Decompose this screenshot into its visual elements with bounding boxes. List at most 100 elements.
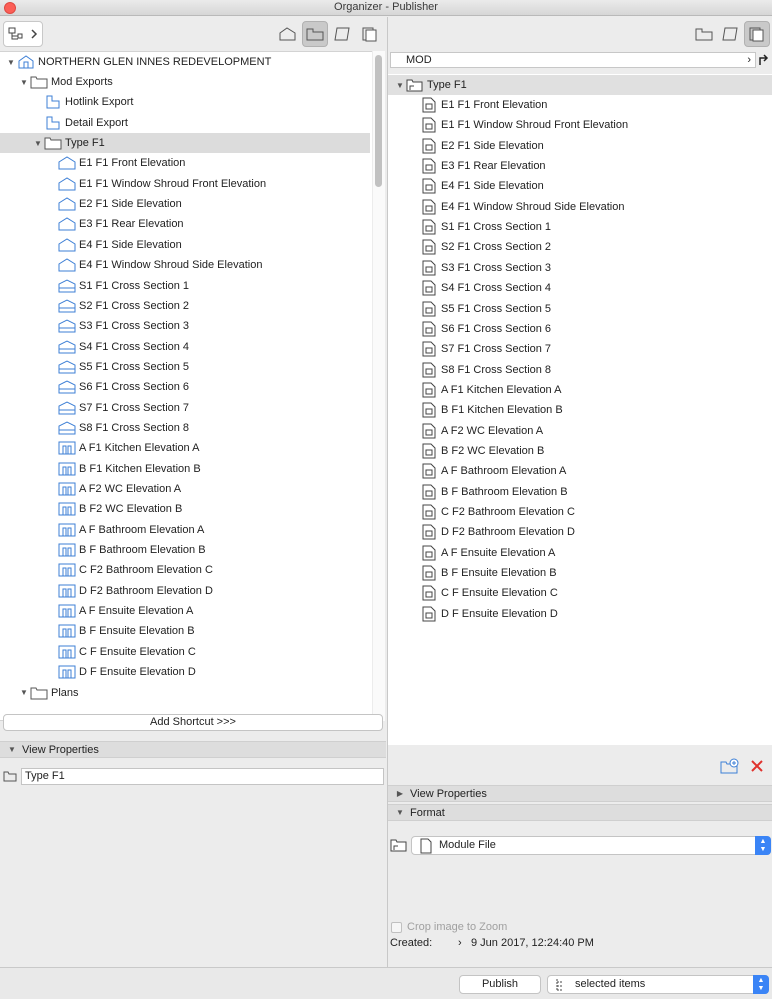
tree-item[interactable]: S2 F1 Cross Section 2 bbox=[0, 296, 370, 316]
tree-item[interactable]: S7 F1 Cross Section 7 bbox=[0, 398, 370, 418]
publisher-item[interactable]: A F Ensuite Elevation A bbox=[388, 543, 758, 563]
tree-item[interactable]: E1 F1 Front Elevation bbox=[0, 153, 370, 173]
tree-item[interactable]: B F Bathroom Elevation B bbox=[0, 540, 370, 560]
publisher-item[interactable]: A F Bathroom Elevation A bbox=[388, 461, 758, 481]
publish-scope-dropdown[interactable]: selected items ▲ ▼ bbox=[547, 975, 769, 994]
layout-file-icon bbox=[420, 463, 438, 479]
close-window-button[interactable] bbox=[4, 2, 16, 14]
tree-item[interactable]: B F1 Kitchen Elevation B bbox=[0, 459, 370, 479]
tree-item[interactable]: D F Ensuite Elevation D bbox=[0, 662, 370, 682]
publish-button[interactable]: Publish bbox=[459, 975, 541, 994]
publisher-item[interactable]: S3 F1 Cross Section 3 bbox=[388, 258, 758, 278]
dropdown-arrows-icon[interactable]: ▲ ▼ bbox=[753, 975, 769, 994]
publisher-item[interactable]: S8 F1 Cross Section 8 bbox=[388, 360, 758, 380]
publisher-set-path[interactable]: MOD › bbox=[390, 52, 756, 68]
tree-item[interactable]: A F2 WC Elevation A bbox=[0, 479, 370, 499]
publisher-item[interactable]: D F Ensuite Elevation D bbox=[388, 604, 758, 624]
tree-item[interactable]: C F2 Bathroom Elevation C bbox=[0, 560, 370, 580]
crop-checkbox[interactable] bbox=[391, 921, 402, 933]
expand-triangle-icon[interactable]: ▼ bbox=[18, 78, 30, 87]
publisher-item[interactable]: B F2 WC Elevation B bbox=[388, 441, 758, 461]
publisher-item[interactable]: B F Bathroom Elevation B bbox=[388, 482, 758, 502]
publisher-item[interactable]: S1 F1 Cross Section 1 bbox=[388, 217, 758, 237]
tree-item[interactable]: Hotlink Export bbox=[0, 92, 370, 112]
publisher-item[interactable]: E1 F1 Front Elevation bbox=[388, 95, 758, 115]
format-dropdown[interactable]: Module File ▲ ▼ bbox=[411, 836, 771, 855]
publisher-sets-tab[interactable] bbox=[357, 21, 383, 47]
delete-icon[interactable] bbox=[750, 759, 764, 776]
format-header[interactable]: ▼ Format bbox=[388, 804, 772, 821]
tree-mode-dropdown[interactable] bbox=[3, 21, 43, 47]
view-name-field[interactable]: Type F1 bbox=[21, 768, 384, 785]
scrollbar-thumb[interactable] bbox=[375, 55, 382, 187]
view-properties-header[interactable]: ▼ View Properties bbox=[0, 741, 386, 758]
navigate-up-icon[interactable] bbox=[757, 53, 771, 70]
publisher-item[interactable]: D F2 Bathroom Elevation D bbox=[388, 522, 758, 542]
expand-triangle-icon[interactable]: ▶ bbox=[394, 789, 406, 798]
tree-item[interactable]: A F Bathroom Elevation A bbox=[0, 520, 370, 540]
tree-item[interactable]: Detail Export bbox=[0, 113, 370, 133]
tree-item[interactable]: ▼ Plans bbox=[0, 683, 370, 703]
publisher-item[interactable]: E4 F1 Window Shroud Side Elevation bbox=[388, 197, 758, 217]
layout-book-tab-right[interactable] bbox=[718, 21, 744, 47]
publisher-item[interactable]: E1 F1 Window Shroud Front Elevation bbox=[388, 115, 758, 135]
tree-folder-row[interactable]: ▼ Type F1 bbox=[388, 75, 772, 95]
chevron-right-icon[interactable]: › bbox=[747, 53, 751, 67]
tree-item[interactable]: B F2 WC Elevation B bbox=[0, 499, 370, 519]
publisher-item[interactable]: C F2 Bathroom Elevation C bbox=[388, 502, 758, 522]
tree-item[interactable]: C F Ensuite Elevation C bbox=[0, 642, 370, 662]
publisher-sets-tab-right[interactable] bbox=[744, 21, 770, 47]
view-map-tab[interactable] bbox=[302, 21, 328, 47]
tree-item[interactable]: S4 F1 Cross Section 4 bbox=[0, 337, 370, 357]
tree-item[interactable]: ▼ Type F1 bbox=[0, 133, 370, 154]
tree-item[interactable]: S3 F1 Cross Section 3 bbox=[0, 316, 370, 336]
expand-triangle-icon[interactable]: ▼ bbox=[32, 139, 44, 148]
new-folder-icon[interactable] bbox=[720, 758, 740, 777]
view-properties-header-right[interactable]: ▶ View Properties bbox=[388, 785, 772, 802]
expand-triangle-icon[interactable]: ▼ bbox=[18, 688, 30, 697]
tree-item[interactable]: B F Ensuite Elevation B bbox=[0, 621, 370, 641]
publisher-item[interactable]: S7 F1 Cross Section 7 bbox=[388, 339, 758, 359]
publisher-item[interactable]: A F2 WC Elevation A bbox=[388, 421, 758, 441]
publisher-item[interactable]: S4 F1 Cross Section 4 bbox=[388, 278, 758, 298]
created-disclosure-icon[interactable]: › bbox=[458, 937, 462, 949]
expand-triangle-icon[interactable]: ▼ bbox=[394, 81, 406, 90]
tree-item[interactable]: E2 F1 Side Elevation bbox=[0, 194, 370, 214]
tree-item[interactable]: E4 F1 Side Elevation bbox=[0, 235, 370, 255]
publisher-item[interactable]: S6 F1 Cross Section 6 bbox=[388, 319, 758, 339]
publisher-item[interactable]: E4 F1 Side Elevation bbox=[388, 176, 758, 196]
publisher-item[interactable]: E3 F1 Rear Elevation bbox=[388, 156, 758, 176]
publisher-item[interactable]: C F Ensuite Elevation C bbox=[388, 583, 758, 603]
publisher-item[interactable]: B F Ensuite Elevation B bbox=[388, 563, 758, 583]
collapse-triangle-icon[interactable]: ▼ bbox=[6, 745, 18, 754]
collapse-triangle-icon[interactable]: ▼ bbox=[394, 808, 406, 817]
publisher-item[interactable]: E2 F1 Side Elevation bbox=[388, 136, 758, 156]
tree-folder-label: Type F1 bbox=[427, 79, 467, 91]
view-map-tab-right[interactable] bbox=[691, 21, 717, 47]
tree-item[interactable]: A F1 Kitchen Elevation A bbox=[0, 438, 370, 458]
expand-triangle-icon[interactable]: ▼ bbox=[5, 58, 17, 67]
publisher-item-label: D F Ensuite Elevation D bbox=[441, 607, 558, 620]
tree-item[interactable]: E1 F1 Window Shroud Front Elevation bbox=[0, 174, 370, 194]
project-map-tab[interactable] bbox=[275, 21, 301, 47]
publisher-item[interactable]: B F1 Kitchen Elevation B bbox=[388, 400, 758, 420]
publisher-item[interactable]: S5 F1 Cross Section 5 bbox=[388, 299, 758, 319]
tree-item[interactable]: ▼ Mod Exports bbox=[0, 72, 370, 92]
tree-item[interactable]: S8 F1 Cross Section 8 bbox=[0, 418, 370, 438]
tree-item[interactable]: S1 F1 Cross Section 1 bbox=[0, 276, 370, 296]
tree-item[interactable]: S6 F1 Cross Section 6 bbox=[0, 377, 370, 397]
dropdown-arrows-icon[interactable]: ▲ ▼ bbox=[755, 836, 771, 855]
add-shortcut-button[interactable]: Add Shortcut >>> bbox=[3, 714, 383, 731]
publisher-item[interactable]: S2 F1 Cross Section 2 bbox=[388, 237, 758, 257]
publisher-item[interactable]: A F1 Kitchen Elevation A bbox=[388, 380, 758, 400]
folder-icon bbox=[44, 135, 62, 151]
tree-scrollbar[interactable] bbox=[373, 51, 385, 721]
tree-item[interactable]: D F2 Bathroom Elevation D bbox=[0, 581, 370, 601]
tree-item[interactable]: E4 F1 Window Shroud Side Elevation bbox=[0, 255, 370, 275]
layout-book-tab[interactable] bbox=[330, 21, 356, 47]
tree-item[interactable]: E3 F1 Rear Elevation bbox=[0, 214, 370, 234]
tree-item[interactable]: A F Ensuite Elevation A bbox=[0, 601, 370, 621]
tree-item[interactable]: S5 F1 Cross Section 5 bbox=[0, 357, 370, 377]
crop-option[interactable]: Crop image to Zoom bbox=[391, 921, 507, 933]
tree-root[interactable]: ▼ NORTHERN GLEN INNES REDEVELOPMENT bbox=[0, 52, 370, 72]
